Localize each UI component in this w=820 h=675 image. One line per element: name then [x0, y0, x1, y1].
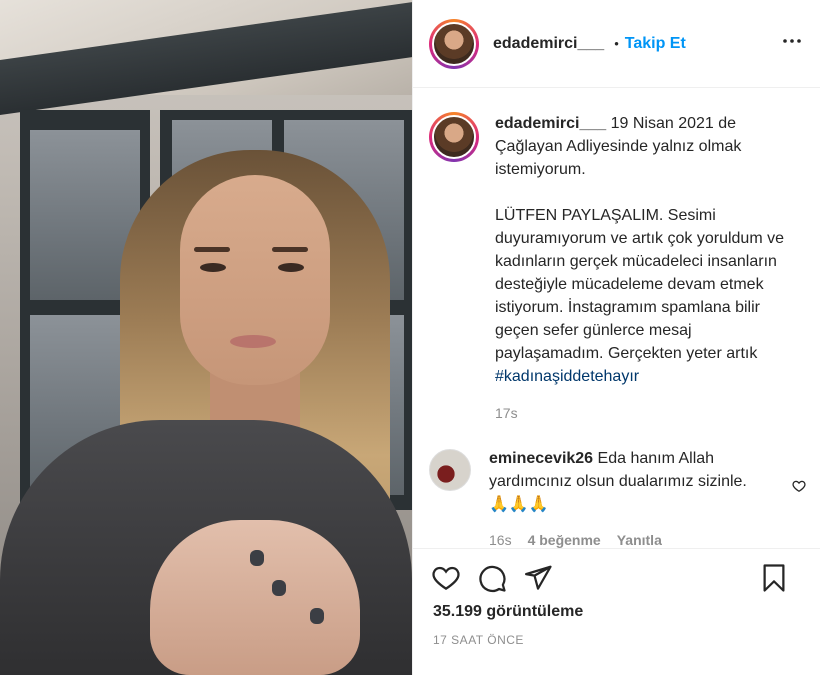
caption-avatar[interactable]: [429, 112, 479, 162]
action-bar: [413, 549, 820, 597]
comment-meta: 16s 4 beğenme Yanıtla: [489, 532, 820, 548]
caption-body: edademirci___ 19 Nisan 2021 de Çağlayan …: [495, 112, 795, 425]
share-icon[interactable]: [523, 563, 553, 598]
commenter-avatar[interactable]: [429, 449, 471, 491]
caption-text-2: LÜTFEN PAYLAŞALIM. Sesimi duyuramıyorum …: [495, 207, 784, 362]
view-count[interactable]: 35.199 görüntüleme: [413, 597, 820, 621]
comment-item: eminecevik26 Eda hanım Allah yardımcınız…: [413, 425, 820, 516]
follow-button[interactable]: Takip Et: [625, 35, 686, 53]
comment-body: eminecevik26 Eda hanım Allah yardımcınız…: [489, 447, 759, 516]
post-actions-section: 35.199 görüntüleme 17 SAAT ÖNCE: [413, 548, 820, 647]
caption-hashtag[interactable]: #kadınaşiddetehayır: [495, 368, 639, 385]
comment-likes[interactable]: 4 beğenme: [528, 532, 601, 548]
media-person-hands: [150, 520, 360, 675]
media-person-lips: [230, 335, 276, 348]
comment-reply[interactable]: Yanıtla: [617, 532, 662, 548]
comment-icon[interactable]: [477, 563, 507, 598]
post-timestamp[interactable]: 17 SAAT ÖNCE: [413, 621, 820, 647]
heart-icon[interactable]: [431, 563, 461, 598]
post-sidebar: edademirci___ • Takip Et edademirci___ 1…: [412, 0, 820, 675]
more-icon[interactable]: [780, 29, 804, 59]
post-caption: edademirci___ 19 Nisan 2021 de Çağlayan …: [413, 88, 820, 425]
caption-time[interactable]: 17s: [495, 402, 795, 425]
comment-username[interactable]: eminecevik26: [489, 450, 593, 467]
author-avatar[interactable]: [429, 18, 479, 69]
post-header: edademirci___ • Takip Et: [413, 0, 820, 88]
post-media[interactable]: [0, 0, 412, 675]
caption-username[interactable]: edademirci___: [495, 115, 606, 132]
comment-like-icon[interactable]: [792, 479, 806, 498]
header-separator: •: [614, 36, 619, 51]
bookmark-icon[interactable]: [759, 563, 789, 598]
comment-time[interactable]: 16s: [489, 532, 512, 548]
media-person-face: [180, 175, 330, 385]
author-username[interactable]: edademirci___: [493, 35, 604, 53]
